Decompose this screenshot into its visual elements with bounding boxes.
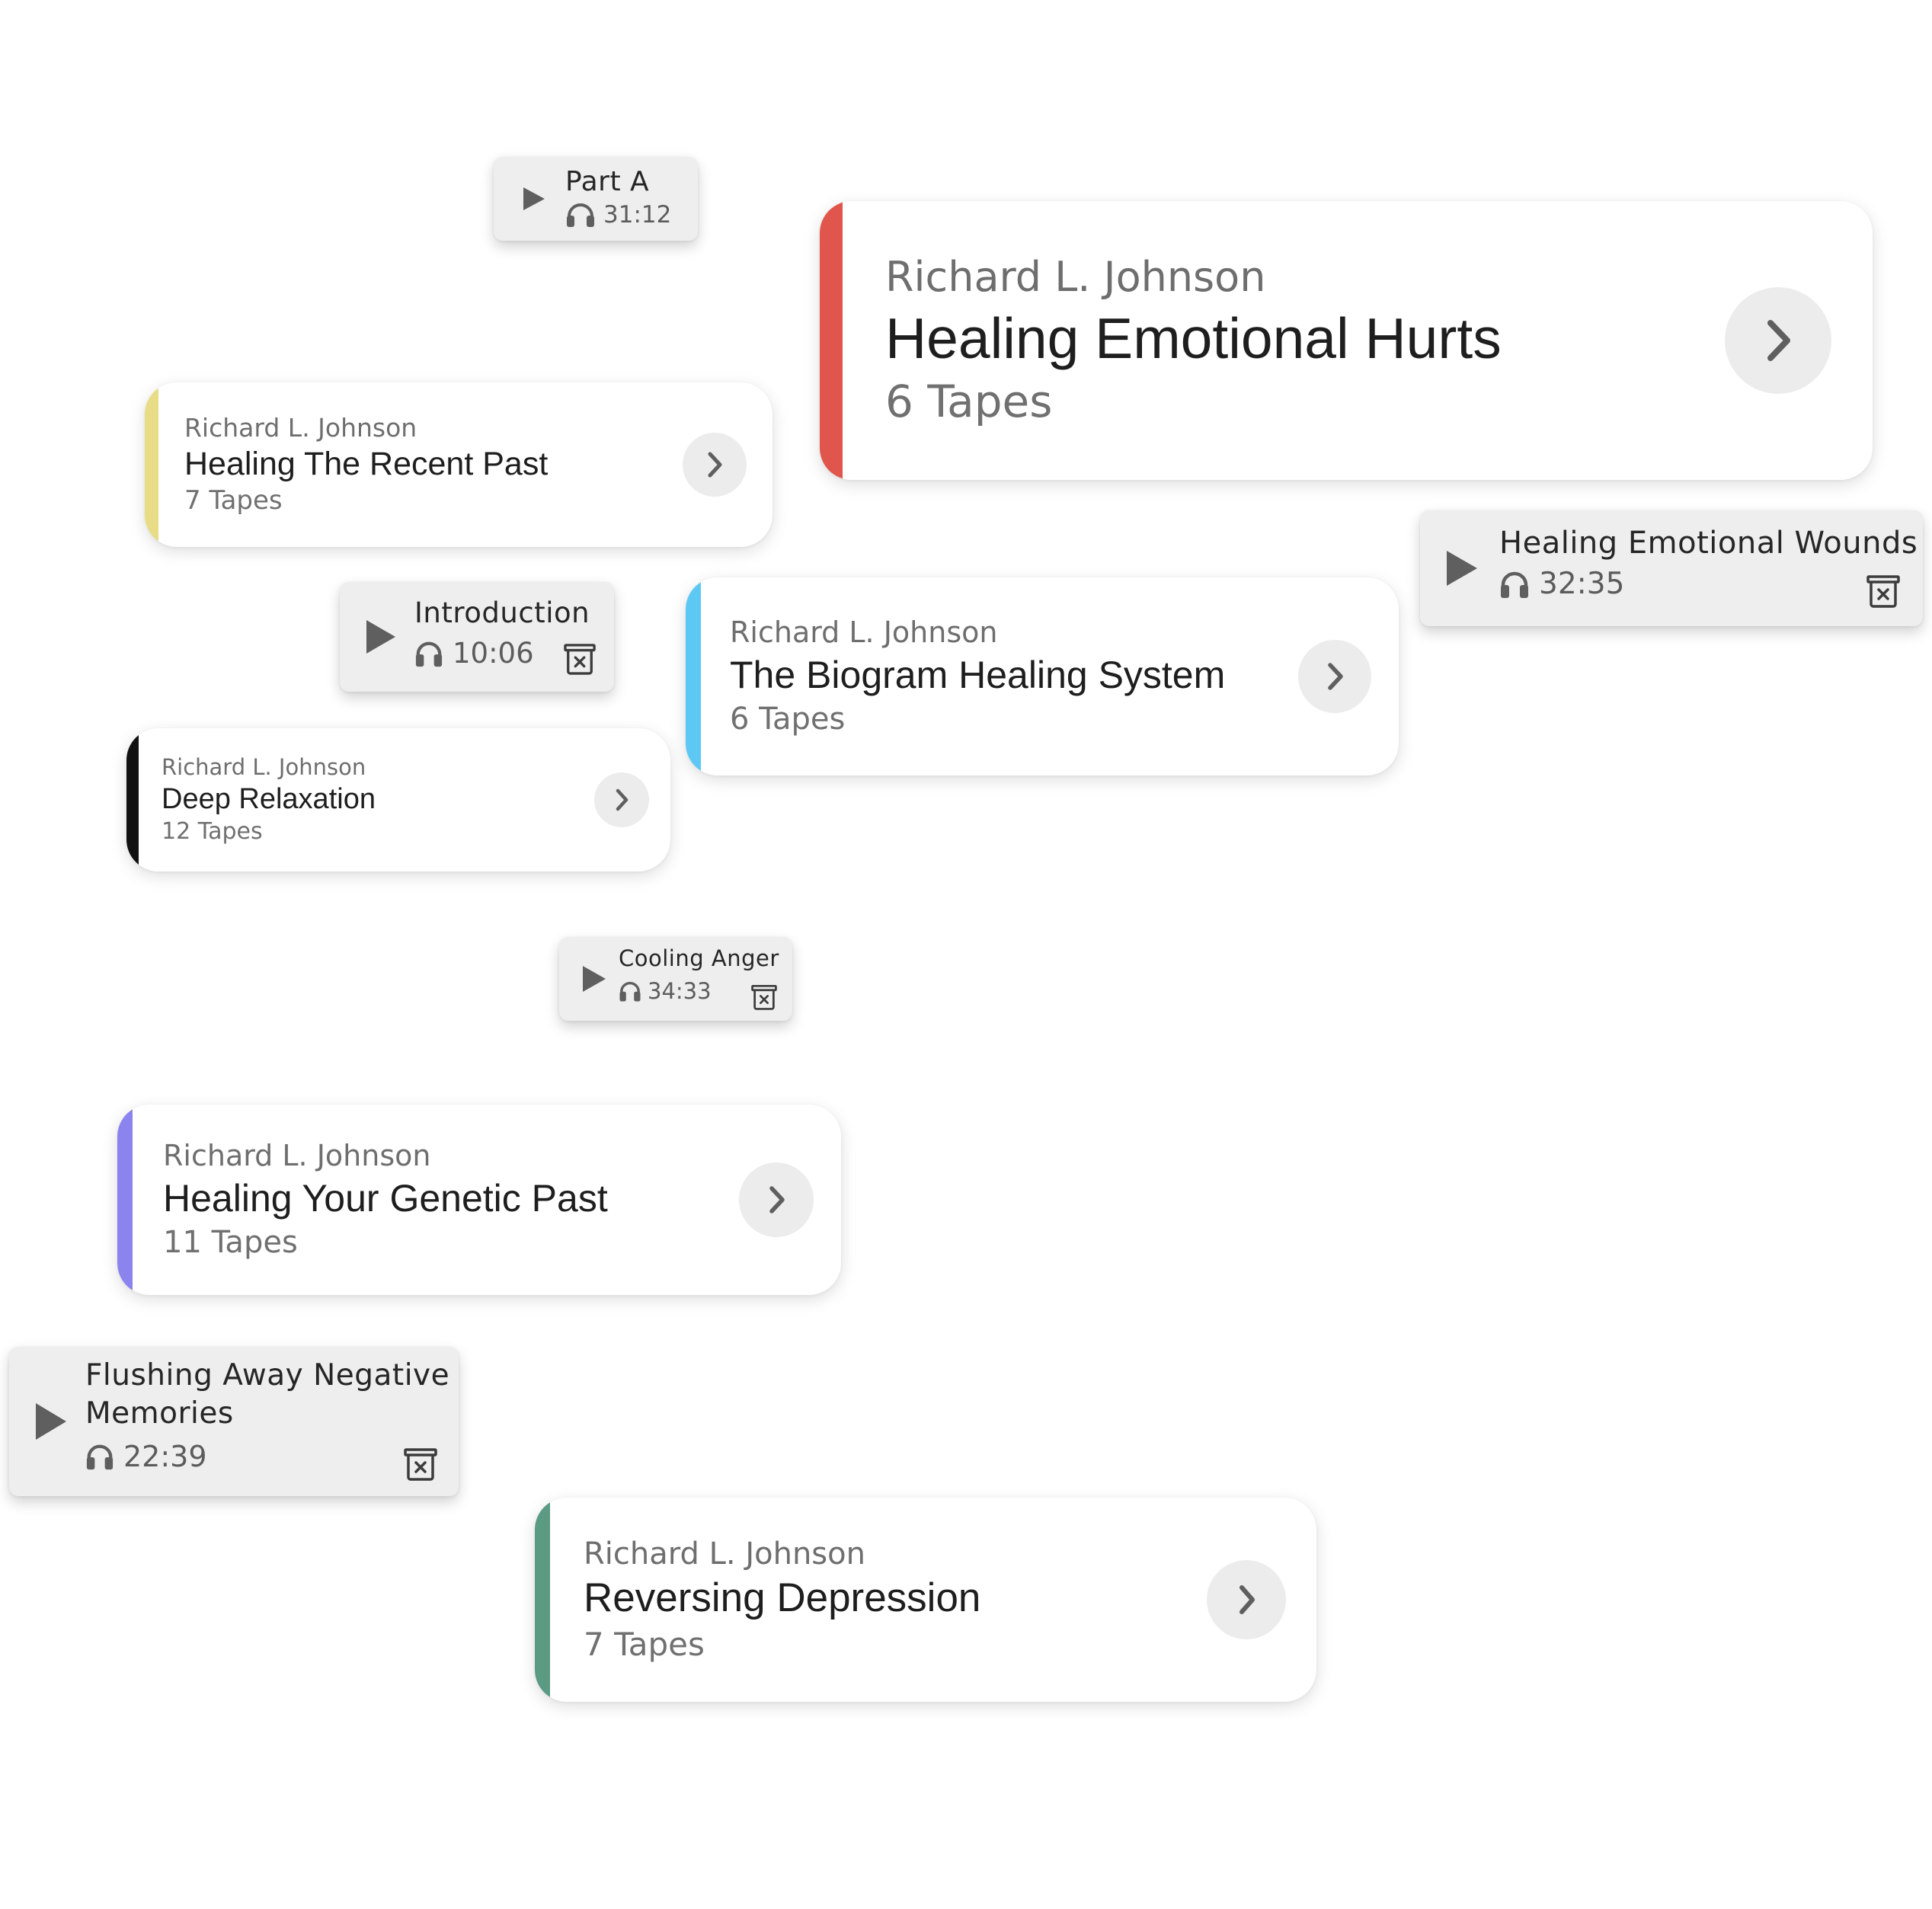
chevron-right-icon xyxy=(704,451,725,478)
series-info: Richard L. Johnson Reversing Depression … xyxy=(584,1536,980,1664)
tape-duration: 10:06 xyxy=(453,637,534,670)
series-tape-count: 7 Tapes xyxy=(584,1625,705,1663)
tape-title: Part A xyxy=(565,166,650,197)
accent-stripe xyxy=(126,728,139,871)
chevron-right-icon xyxy=(613,788,631,812)
series-card-deep-relaxation[interactable]: Richard L. Johnson Deep Relaxation 12 Ta… xyxy=(126,728,670,871)
tape-title: Cooling Anger xyxy=(619,945,779,971)
series-title: Deep Relaxation xyxy=(162,782,376,815)
series-author: Richard L. Johnson xyxy=(885,252,1266,301)
series-card-reversing-depression[interactable]: Richard L. Johnson Reversing Depression … xyxy=(535,1498,1316,1702)
tape-title: Healing Emotional Wounds xyxy=(1499,526,1918,561)
series-title: Healing Your Genetic Past xyxy=(163,1176,608,1220)
series-tape-count: 6 Tapes xyxy=(730,701,846,737)
duration-row: 31:12 xyxy=(565,201,671,229)
chevron-right-icon xyxy=(765,1185,788,1215)
accent-stripe xyxy=(686,577,701,775)
series-author: Richard L. Johnson xyxy=(162,753,366,780)
play-icon[interactable] xyxy=(581,964,608,993)
chevron-right-icon xyxy=(1323,661,1346,692)
tape-title-line-2: Memories xyxy=(85,1396,234,1431)
series-title: Healing Emotional Hurts xyxy=(885,305,1502,370)
series-tape-count: 7 Tapes xyxy=(184,485,283,516)
tape-duration: 34:33 xyxy=(648,978,712,1004)
tape-title-line-1: Flushing Away Negative xyxy=(85,1358,450,1393)
tape-duration: 22:39 xyxy=(123,1440,207,1473)
trash-icon[interactable] xyxy=(564,643,596,675)
series-tape-count: 12 Tapes xyxy=(162,818,263,846)
tape-chip-healing-emotional-wounds[interactable]: Healing Emotional Wounds 32:35 xyxy=(1420,510,1923,626)
headphones-icon xyxy=(565,202,596,228)
play-icon[interactable] xyxy=(1444,549,1479,587)
headphones-icon xyxy=(1499,569,1530,600)
headphones-icon xyxy=(85,1442,114,1471)
series-info: Richard L. Johnson Healing The Recent Pa… xyxy=(184,413,548,516)
duration-row: 10:06 xyxy=(414,637,534,670)
tape-duration: 31:12 xyxy=(603,201,672,229)
open-series-button[interactable] xyxy=(594,772,649,827)
headphones-icon xyxy=(414,639,443,668)
trash-icon[interactable] xyxy=(751,984,777,1010)
tape-title: Introduction xyxy=(414,596,590,629)
duration-row: 22:39 xyxy=(85,1440,207,1473)
series-author: Richard L. Johnson xyxy=(163,1139,431,1173)
series-author: Richard L. Johnson xyxy=(730,616,998,650)
tape-chip-part-a[interactable]: Part A 31:12 xyxy=(494,157,698,241)
accent-stripe xyxy=(535,1498,550,1702)
tape-duration: 32:35 xyxy=(1539,567,1625,601)
series-author: Richard L. Johnson xyxy=(584,1536,865,1572)
open-series-button[interactable] xyxy=(1298,640,1371,713)
tape-chip-cooling-anger[interactable]: Cooling Anger 34:33 xyxy=(559,937,792,1021)
play-icon[interactable] xyxy=(364,619,398,655)
duration-row: 34:33 xyxy=(619,978,712,1004)
series-card-healing-genetic-past[interactable]: Richard L. Johnson Healing Your Genetic … xyxy=(117,1105,841,1295)
series-tape-count: 11 Tapes xyxy=(163,1224,298,1260)
series-title: Reversing Depression xyxy=(584,1575,981,1621)
open-series-button[interactable] xyxy=(683,433,747,497)
trash-icon[interactable] xyxy=(404,1447,437,1481)
open-series-button[interactable] xyxy=(739,1162,814,1237)
series-info: Richard L. Johnson Healing Your Genetic … xyxy=(163,1139,608,1261)
series-title: Healing The Recent Past xyxy=(184,445,549,482)
open-series-button[interactable] xyxy=(1725,287,1831,394)
headphones-icon xyxy=(619,980,641,1002)
tape-chip-introduction[interactable]: Introduction 10:06 xyxy=(340,582,614,692)
play-icon[interactable] xyxy=(34,1402,69,1441)
series-title: The Biogram Healing System xyxy=(730,653,1226,696)
accent-stripe xyxy=(117,1105,133,1295)
series-info: Richard L. Johnson Deep Relaxation 12 Ta… xyxy=(162,754,376,846)
open-series-button[interactable] xyxy=(1207,1560,1286,1639)
series-info: Richard L. Johnson Healing Emotional Hur… xyxy=(885,253,1502,428)
series-author: Richard L. Johnson xyxy=(184,413,417,443)
series-card-biogram-healing-system[interactable]: Richard L. Johnson The Biogram Healing S… xyxy=(686,577,1399,775)
series-info: Richard L. Johnson The Biogram Healing S… xyxy=(730,616,1225,737)
tape-chip-flushing-away[interactable]: Flushing Away Negative Memories 22:39 xyxy=(9,1347,459,1496)
duration-row: 32:35 xyxy=(1499,567,1624,601)
accent-stripe xyxy=(820,201,843,480)
play-icon[interactable] xyxy=(521,186,547,212)
series-card-healing-recent-past[interactable]: Richard L. Johnson Healing The Recent Pa… xyxy=(145,382,772,547)
chevron-right-icon xyxy=(1761,318,1795,363)
series-tape-count: 6 Tapes xyxy=(885,375,1053,427)
chevron-right-icon xyxy=(1234,1583,1259,1616)
accent-stripe xyxy=(145,382,158,547)
trash-icon[interactable] xyxy=(1866,574,1900,608)
series-card-healing-emotional-hurts[interactable]: Richard L. Johnson Healing Emotional Hur… xyxy=(820,201,1873,480)
